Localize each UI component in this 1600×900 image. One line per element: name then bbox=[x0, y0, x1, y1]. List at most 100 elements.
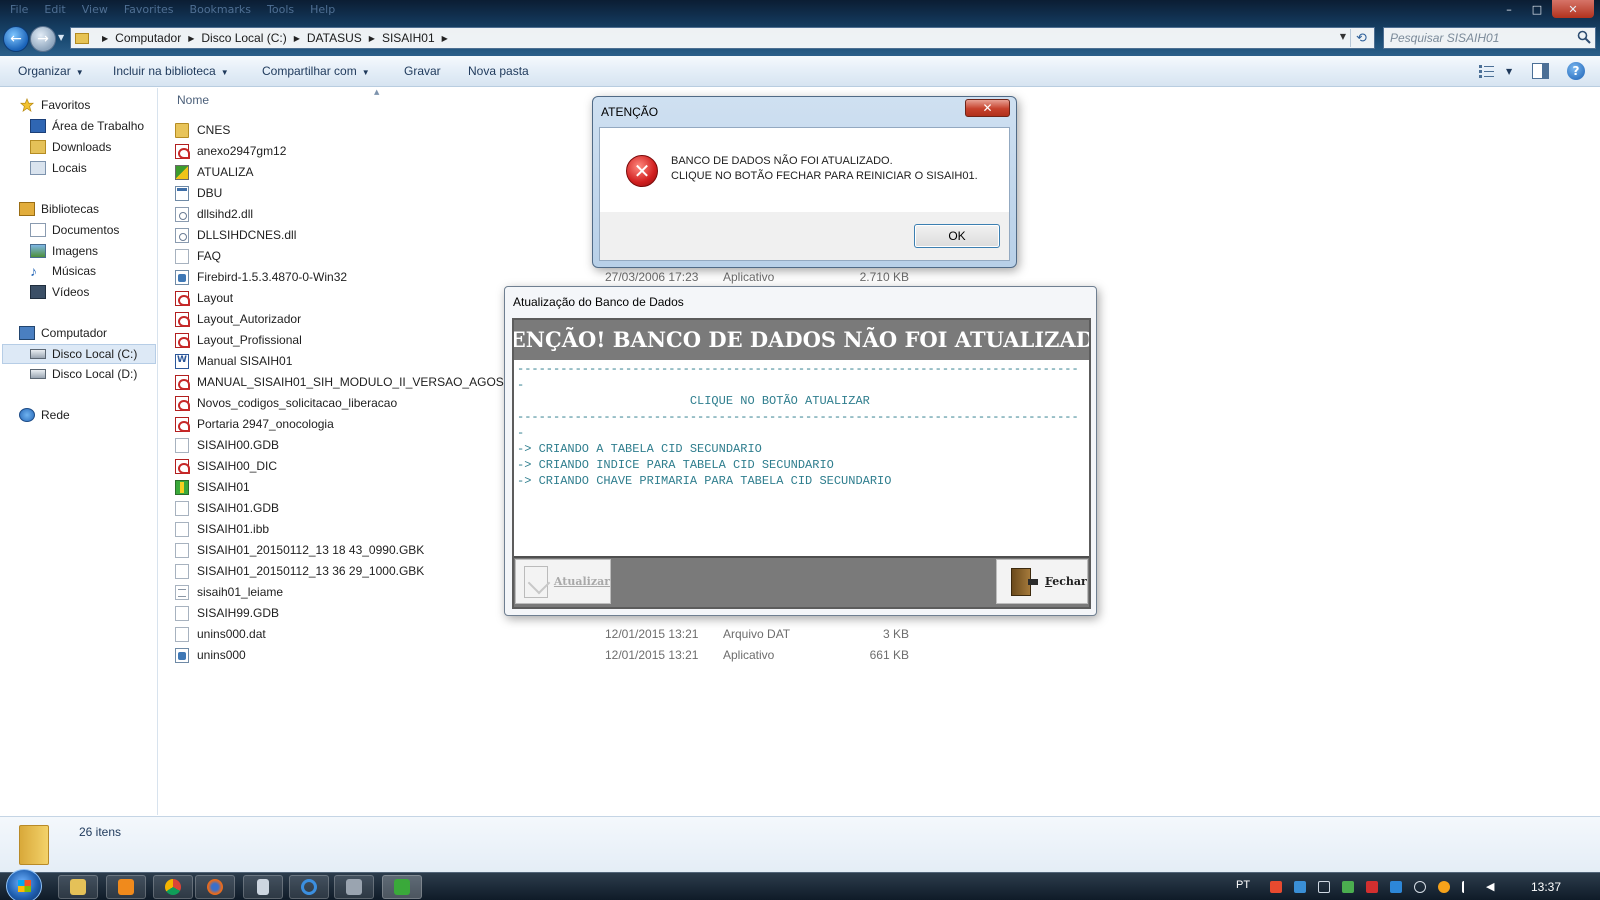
tray-clock-icon[interactable] bbox=[1414, 881, 1426, 893]
menu-item[interactable]: View bbox=[82, 3, 108, 16]
taskbar-app[interactable] bbox=[334, 875, 374, 899]
menu-item[interactable]: Help bbox=[310, 3, 335, 16]
view-dropdown-icon[interactable]: ▼ bbox=[1506, 67, 1512, 76]
address-dropdown-icon[interactable]: ▼ bbox=[1340, 32, 1346, 41]
search-icon[interactable] bbox=[1577, 30, 1591, 44]
chevron-right-icon[interactable]: ▶ bbox=[294, 34, 300, 43]
folder-icon bbox=[175, 123, 189, 138]
breadcrumb-disco-c[interactable]: Disco Local (C:) bbox=[201, 31, 286, 45]
nav-disco-local-c[interactable]: Disco Local (C:) bbox=[2, 344, 156, 364]
menu-item[interactable]: File bbox=[10, 3, 28, 16]
log-line: - bbox=[517, 378, 525, 392]
update-check-icon bbox=[524, 565, 548, 598]
desktop-icon bbox=[30, 119, 46, 133]
taskbar-sisaih01[interactable] bbox=[382, 875, 422, 899]
chevron-down-icon: ▼ bbox=[75, 68, 84, 77]
nav-favoritos[interactable]: Favoritos bbox=[19, 98, 90, 112]
start-button[interactable] bbox=[6, 869, 42, 900]
chevron-right-icon[interactable]: ▶ bbox=[102, 34, 108, 43]
nav-rede[interactable]: Rede bbox=[19, 408, 70, 422]
dialog-close-button[interactable]: ✕ bbox=[965, 99, 1010, 117]
preview-pane-icon[interactable] bbox=[1532, 63, 1549, 79]
breadcrumb-computador[interactable]: Computador bbox=[115, 31, 181, 45]
media-player-icon bbox=[118, 879, 134, 895]
address-bar[interactable]: ▶ Computador ▶ Disco Local (C:) ▶ DATASU… bbox=[70, 27, 1375, 49]
nav-imagens[interactable]: Imagens bbox=[30, 244, 98, 258]
taskbar-explorer[interactable] bbox=[58, 875, 98, 899]
file-row[interactable]: Firebird-1.5.3.4870-0-Win32 27/03/2006 17… bbox=[175, 267, 1575, 287]
tray-device-icon[interactable] bbox=[1318, 881, 1330, 893]
view-options-icon[interactable] bbox=[1479, 64, 1495, 78]
chevron-right-icon[interactable]: ▶ bbox=[188, 34, 194, 43]
file-name: sisaih01_leiame bbox=[197, 585, 284, 599]
column-header-name[interactable]: Nome bbox=[177, 93, 209, 107]
libraries-icon bbox=[19, 202, 35, 216]
action-center-flag-icon[interactable] bbox=[1462, 881, 1474, 893]
close-window-button[interactable]: ✕ bbox=[1552, 0, 1594, 18]
tray-app-icon[interactable] bbox=[1270, 881, 1282, 893]
back-button[interactable]: ← bbox=[3, 26, 29, 52]
atualizar-button[interactable]: Atualizar bbox=[515, 559, 611, 604]
nav-disco-local-d[interactable]: Disco Local (D:) bbox=[30, 367, 137, 381]
chevron-right-icon[interactable]: ▶ bbox=[442, 34, 448, 43]
share-with-button[interactable]: Compartilhar com ▼ bbox=[262, 64, 370, 78]
blank-file-icon bbox=[175, 249, 189, 264]
file-name: unins000.dat bbox=[197, 627, 266, 641]
refresh-icon[interactable]: ⟲ bbox=[1350, 29, 1372, 47]
file-row[interactable]: unins000 12/01/2015 13:21 Aplicativo 661 KB bbox=[175, 645, 1575, 665]
tray-app-icon[interactable] bbox=[1390, 881, 1402, 893]
hard-drive-icon bbox=[30, 349, 46, 359]
log-line: -> CRIANDO CHAVE PRIMARIA PARA TABELA CI… bbox=[517, 474, 892, 488]
dialog-footer: OK bbox=[600, 212, 1009, 260]
file-type: Aplicativo bbox=[723, 648, 775, 662]
nav-videos[interactable]: Vídeos bbox=[30, 285, 89, 299]
explorer-title-bar: File Edit View Favorites Bookmarks Tools… bbox=[0, 0, 1600, 56]
tray-shield-icon[interactable] bbox=[1366, 881, 1378, 893]
nav-bibliotecas[interactable]: Bibliotecas bbox=[19, 202, 99, 216]
taskbar-calculator[interactable] bbox=[243, 875, 283, 899]
include-in-library-button[interactable]: Incluir na biblioteca ▼ bbox=[113, 64, 229, 78]
help-icon[interactable]: ? bbox=[1567, 62, 1585, 80]
taskbar-media-player[interactable] bbox=[106, 875, 146, 899]
burn-button[interactable]: Gravar bbox=[404, 64, 441, 78]
hard-drive-icon bbox=[30, 369, 46, 379]
chevron-right-icon[interactable]: ▶ bbox=[369, 34, 375, 43]
nav-area-de-trabalho[interactable]: Área de Trabalho bbox=[30, 119, 144, 133]
clock[interactable]: 13:37 bbox=[1531, 880, 1561, 894]
volume-icon[interactable]: ◀ bbox=[1486, 881, 1498, 893]
file-row[interactable]: unins000.dat 12/01/2015 13:21 Arquivo DAT 3… bbox=[175, 624, 1575, 644]
menu-item[interactable]: Favorites bbox=[124, 3, 174, 16]
nav-locais[interactable]: Locais bbox=[30, 161, 87, 175]
breadcrumb-sisaih01[interactable]: SISAIH01 bbox=[382, 31, 435, 45]
menu-item[interactable]: Tools bbox=[267, 3, 294, 16]
tray-spreadsheet-icon[interactable] bbox=[1342, 881, 1354, 893]
nav-documentos[interactable]: Documentos bbox=[30, 223, 119, 237]
pdf-icon bbox=[175, 417, 190, 432]
minimize-button[interactable]: – bbox=[1496, 0, 1522, 18]
menu-item[interactable]: Bookmarks bbox=[190, 3, 251, 16]
menu-item[interactable]: Edit bbox=[44, 3, 65, 16]
breadcrumb-datasus[interactable]: DATASUS bbox=[307, 31, 362, 45]
log-line: ----------------------------------------… bbox=[517, 362, 1079, 376]
computer-icon bbox=[19, 326, 35, 340]
file-size: 3 KB bbox=[882, 627, 909, 641]
search-input[interactable]: Pesquisar SISAIH01 bbox=[1383, 27, 1596, 49]
taskbar-chrome[interactable] bbox=[153, 875, 193, 899]
nav-computador[interactable]: Computador bbox=[19, 326, 107, 340]
taskbar-firefox[interactable] bbox=[195, 875, 235, 899]
forward-button[interactable]: → bbox=[30, 26, 56, 52]
maximize-button[interactable]: □ bbox=[1524, 0, 1550, 18]
new-folder-button[interactable]: Nova pasta bbox=[468, 64, 529, 78]
fechar-button[interactable]: Fechar bbox=[996, 559, 1088, 604]
ok-button[interactable]: OK bbox=[914, 224, 1000, 248]
taskbar-internet-explorer[interactable] bbox=[289, 875, 329, 899]
organize-button[interactable]: Organizar ▼ bbox=[18, 64, 84, 78]
recent-pages-dropdown[interactable]: ▼ bbox=[58, 33, 64, 42]
pdf-icon bbox=[175, 396, 190, 411]
text-file-icon bbox=[175, 585, 189, 600]
input-language[interactable]: PT bbox=[1236, 879, 1250, 891]
tray-app-icon[interactable] bbox=[1294, 881, 1306, 893]
nav-downloads[interactable]: Downloads bbox=[30, 140, 111, 154]
tray-update-icon[interactable] bbox=[1438, 881, 1450, 893]
nav-musicas[interactable]: ♪ Músicas bbox=[30, 264, 96, 278]
